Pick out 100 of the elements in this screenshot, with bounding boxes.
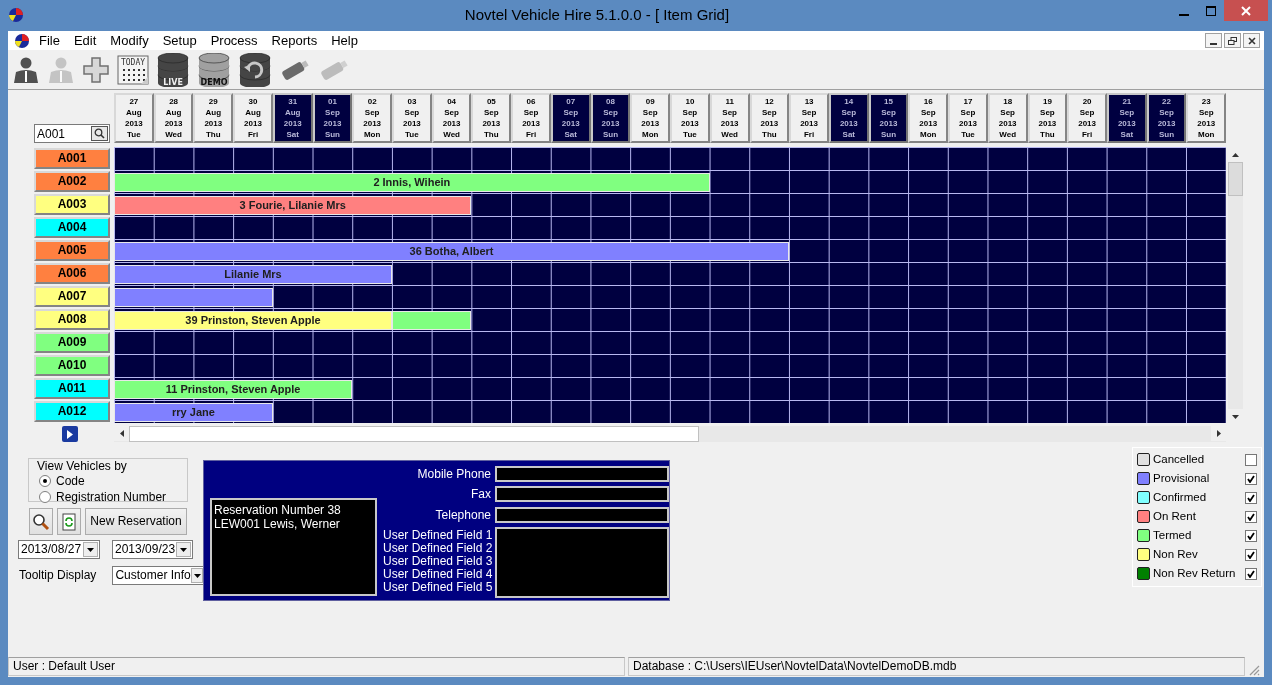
contact-field[interactable] xyxy=(495,506,669,523)
year-label: 2013 xyxy=(124,118,143,129)
database-sync-icon[interactable] xyxy=(238,52,272,87)
weekday-label: Thu xyxy=(1040,129,1055,140)
weekday-label: Fri xyxy=(525,129,537,140)
restore-button[interactable] xyxy=(1224,33,1241,48)
scroll-right-icon[interactable] xyxy=(1216,430,1221,437)
weekday-label: Mon xyxy=(642,129,659,140)
vehicle-code[interactable]: A011 xyxy=(34,378,110,399)
dropdown-arrow-icon xyxy=(87,547,94,552)
search-button[interactable] xyxy=(29,508,53,535)
day-number: 01 xyxy=(328,96,337,107)
weekday-label: Thu xyxy=(762,129,777,140)
vehicle-code[interactable]: A001 xyxy=(34,148,110,169)
vehicle-code[interactable]: A003 xyxy=(34,194,110,215)
day-number: 28 xyxy=(169,96,179,107)
radio-button[interactable] xyxy=(39,491,51,504)
field-label: User Defined Field 3 xyxy=(383,554,491,568)
menu-item[interactable]: Edit xyxy=(66,32,104,49)
vehicle-code[interactable]: A012 xyxy=(34,401,110,422)
next-button[interactable] xyxy=(62,426,78,442)
booking-bar[interactable]: rry Jane xyxy=(114,403,273,422)
usb-drive-icon[interactable] xyxy=(279,57,311,82)
vehicle-code[interactable]: A005 xyxy=(34,240,110,261)
filter-checkbox[interactable] xyxy=(1245,529,1257,542)
scroll-up-icon[interactable] xyxy=(1232,152,1239,157)
scroll-left-icon[interactable] xyxy=(119,430,124,437)
reservation-note-line: Reservation Number 38 xyxy=(214,503,342,518)
month-label: Aug xyxy=(245,107,261,118)
vehicle-code[interactable]: A009 xyxy=(34,332,110,353)
menu-item[interactable]: Setup xyxy=(155,32,204,49)
menu-item[interactable]: Reports xyxy=(264,32,325,49)
filter-checkbox[interactable] xyxy=(1245,548,1257,561)
vehicle-code[interactable]: A006 xyxy=(34,263,110,284)
field-label: Mobile Phone xyxy=(416,466,491,482)
booking-bar[interactable]: 11 Prinston, Steven Apple xyxy=(114,380,353,399)
filter-checkbox[interactable] xyxy=(1245,567,1257,580)
menu-item[interactable]: Modify xyxy=(103,32,156,49)
menu-item[interactable]: Process xyxy=(203,32,265,49)
year-label: 2013 xyxy=(244,118,262,129)
minimize-button[interactable] xyxy=(1205,33,1222,48)
resize-grip-icon xyxy=(1248,663,1260,676)
menu-item[interactable]: Help xyxy=(324,32,365,49)
legend-label: Non Rev Return xyxy=(1153,566,1236,581)
year-label: 2013 xyxy=(204,118,223,129)
window-title: Novtel Vehicle Hire 5.1.0.0 - [ Item Grid] xyxy=(463,5,731,24)
vehicle-code[interactable]: A002 xyxy=(34,171,110,192)
day-number: 16 xyxy=(923,96,933,107)
weekday-label: Wed xyxy=(999,129,1017,140)
vehicle-code[interactable]: A004 xyxy=(34,217,110,238)
new-reservation-button[interactable]: New Reservation xyxy=(85,508,187,535)
contact-field[interactable] xyxy=(495,486,669,503)
vehicle-code[interactable]: A008 xyxy=(34,309,110,330)
close-button[interactable] xyxy=(1243,33,1260,48)
scroll-thumb[interactable] xyxy=(1228,162,1243,196)
filter-checkbox[interactable] xyxy=(1245,472,1257,485)
year-label: 2013 xyxy=(442,118,461,129)
vehicle-code[interactable]: A007 xyxy=(34,286,110,307)
month-label: Sep xyxy=(563,107,579,118)
day-number: 15 xyxy=(884,96,893,107)
filter-checkbox[interactable] xyxy=(1245,491,1257,504)
search-button[interactable] xyxy=(91,126,108,141)
legend-label: Termed xyxy=(1153,528,1192,543)
day-number: 02 xyxy=(367,96,377,107)
vehicle-code[interactable]: A010 xyxy=(34,355,110,376)
weekday-label: Mon xyxy=(920,129,937,140)
radio-button[interactable] xyxy=(39,475,51,488)
legend-label: Provisional xyxy=(1153,471,1210,486)
legend-label: Non Rev xyxy=(1153,547,1198,562)
contact-field[interactable] xyxy=(495,466,669,482)
add-icon[interactable] xyxy=(82,55,110,84)
filter-checkbox[interactable] xyxy=(1245,453,1257,466)
booking-bar[interactable]: 36 Botha, Albert xyxy=(114,242,790,261)
calendar-icon[interactable]: TODAY xyxy=(117,54,149,85)
dropdown-arrow-icon xyxy=(180,547,187,552)
end-date-dropdown[interactable]: 2013/09/23 xyxy=(112,540,193,559)
year-label: 2013 xyxy=(601,118,620,129)
radio-label[interactable]: Code xyxy=(56,474,85,489)
radio-label[interactable]: Registration Number xyxy=(56,490,167,505)
booking-bar[interactable]: 3 Fourie, Lilanie Mrs xyxy=(114,196,472,215)
booking-bar[interactable]: Lilanie Mrs xyxy=(114,265,392,284)
start-date-dropdown[interactable]: 2013/08/27 xyxy=(18,540,100,559)
scroll-thumb[interactable] xyxy=(129,426,699,442)
month-label: Sep xyxy=(364,107,380,118)
year-label: 2013 xyxy=(1038,118,1057,129)
menu-item[interactable]: File xyxy=(32,32,67,49)
year-label: 2013 xyxy=(720,118,739,129)
legend-label: On Rent xyxy=(1153,509,1196,524)
booking-bar[interactable]: 39 Prinston, Steven Apple xyxy=(114,311,392,330)
day-number: 14 xyxy=(844,96,854,107)
day-number: 05 xyxy=(486,96,496,107)
scroll-down-icon[interactable] xyxy=(1232,414,1239,419)
booking-bar[interactable]: 2 Innis, Wihein xyxy=(114,173,710,192)
booking-bar[interactable] xyxy=(114,288,273,307)
legend-label: Cancelled xyxy=(1153,452,1205,467)
tooltip-display-dropdown[interactable]: Customer Info xyxy=(112,566,206,585)
year-label: 2013 xyxy=(323,118,342,129)
filter-checkbox[interactable] xyxy=(1245,510,1257,523)
user-defined-fields-box[interactable] xyxy=(495,526,669,598)
day-number: 13 xyxy=(804,96,814,107)
